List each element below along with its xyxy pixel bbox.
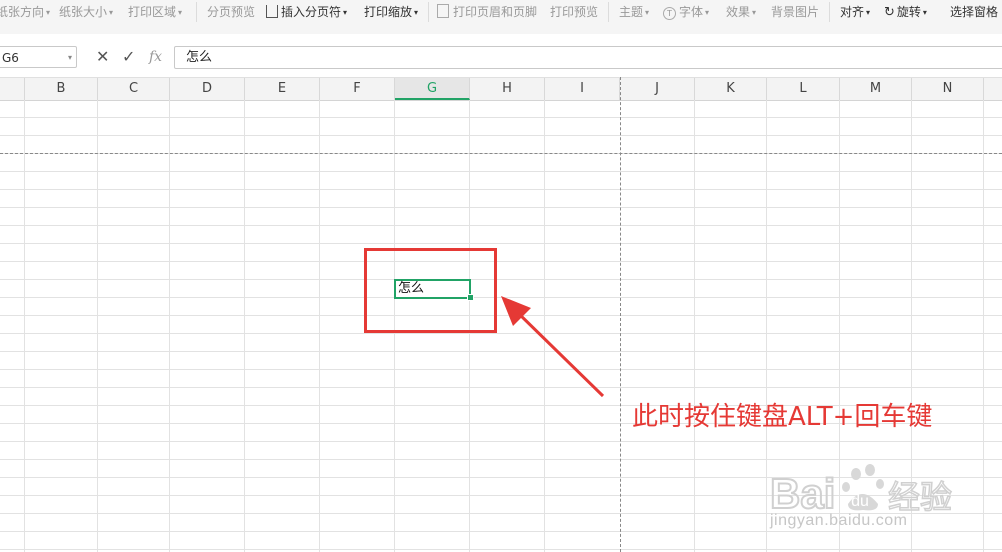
column-header-e[interactable]: E — [245, 78, 320, 100]
print-scale-button[interactable]: 打印缩放 ▾ — [364, 4, 418, 20]
svg-text:du: du — [851, 493, 869, 510]
font-icon: T — [663, 7, 676, 20]
page-break-line-vertical — [620, 77, 621, 552]
theme-button[interactable]: 主题 ▾ — [619, 4, 649, 20]
font-button[interactable]: T 字体 ▾ — [663, 4, 709, 20]
page-break-line-horizontal — [0, 153, 1002, 154]
column-header-f[interactable]: F — [320, 78, 395, 100]
column-header-n[interactable]: N — [912, 78, 984, 100]
column-header-k[interactable]: K — [695, 78, 767, 100]
column-headers: B C D E F G H I J K L M N — [0, 77, 1002, 101]
watermark-url: jingyan.baidu.com — [770, 512, 908, 529]
column-header-l[interactable]: L — [767, 78, 840, 100]
column-header-h[interactable]: H — [470, 78, 545, 100]
annotation-arrow-icon — [501, 296, 605, 398]
grid-line — [97, 100, 98, 552]
column-header-j[interactable]: J — [620, 78, 695, 100]
toolbar-separator — [608, 2, 609, 22]
svg-text:Bai: Bai — [770, 470, 835, 517]
print-header-footer-button[interactable]: 打印页眉和页脚 — [437, 4, 537, 20]
column-header-b[interactable]: B — [25, 78, 98, 100]
print-area-button[interactable]: 打印区域 ▾ — [128, 4, 182, 20]
grid-line — [694, 100, 695, 552]
fx-icon[interactable]: fx — [149, 46, 162, 68]
column-header-g[interactable]: G — [395, 78, 470, 100]
print-preview-button[interactable]: 打印预览 — [550, 4, 598, 20]
column-header-m[interactable]: M — [840, 78, 912, 100]
grid-line — [169, 100, 170, 552]
svg-text:经验: 经验 — [888, 478, 952, 516]
rotate-icon: ↻ — [884, 5, 895, 20]
toolbar-separator — [829, 2, 830, 22]
ribbon-toolbar: 纸张方向 ▾ 纸张大小 ▾ 打印区域 ▾ 分页预览 插入分页符 ▾ 打印缩放 ▾ 打印页眉… — [0, 0, 1002, 35]
annotation-highlight-box — [364, 248, 497, 333]
page-orientation-button[interactable]: 纸张方向 ▾ — [0, 4, 50, 20]
effects-button[interactable]: 效果 ▾ — [726, 4, 756, 20]
formula-input[interactable]: 怎么 — [174, 46, 1002, 69]
toolbar-separator — [428, 2, 429, 22]
insert-page-break-button[interactable]: 插入分页符 ▾ — [266, 4, 347, 20]
check-icon[interactable]: ✓ — [122, 46, 135, 68]
column-header-d[interactable]: D — [170, 78, 245, 100]
grid-line — [244, 100, 245, 552]
chevron-down-icon[interactable]: ▾ — [68, 47, 72, 69]
grid-line — [766, 100, 767, 552]
selection-pane-button[interactable]: 选择窗格 — [950, 4, 998, 20]
corner-header[interactable] — [0, 78, 25, 100]
column-header-i[interactable]: I — [545, 78, 620, 100]
align-button[interactable]: 对齐 ▾ — [840, 4, 870, 20]
annotation-instruction-text: 此时按住键盘ALT+回车键 — [632, 402, 933, 432]
column-header-c[interactable]: C — [98, 78, 170, 100]
grid-line — [319, 100, 320, 552]
paper-size-button[interactable]: 纸张大小 ▾ — [59, 4, 113, 20]
name-box[interactable]: G6 ▾ — [0, 46, 77, 68]
formula-bar: G6 ▾ ✕ ✓ fx 怎么 — [0, 34, 1002, 76]
cross-icon[interactable]: ✕ — [96, 46, 109, 68]
page-break-icon — [266, 5, 278, 18]
rotate-button[interactable]: ↻ 旋转 ▾ — [884, 4, 927, 20]
document-icon — [437, 4, 449, 18]
page-break-preview-button[interactable]: 分页预览 — [207, 4, 255, 20]
toolbar-separator — [196, 2, 197, 22]
background-image-button[interactable]: 背景图片 — [771, 4, 819, 20]
